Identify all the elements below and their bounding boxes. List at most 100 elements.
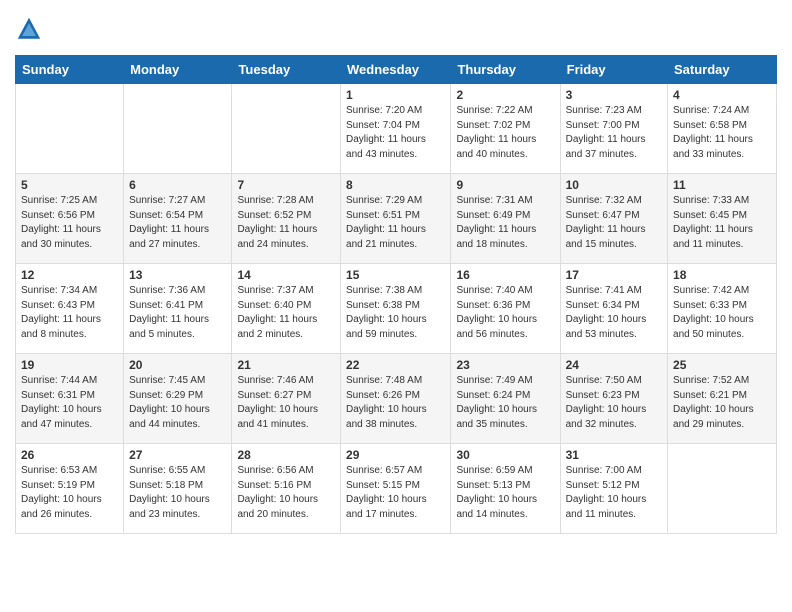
- day-number: 18: [673, 268, 771, 282]
- calendar-cell: 23 Sunrise: 7:49 AM Sunset: 6:24 PM Dayli…: [451, 354, 560, 444]
- day-number: 29: [346, 448, 445, 462]
- day-number: 23: [456, 358, 554, 372]
- calendar-cell: 6 Sunrise: 7:27 AM Sunset: 6:54 PM Daylig…: [124, 174, 232, 264]
- day-number: 22: [346, 358, 445, 372]
- day-number: 20: [129, 358, 226, 372]
- calendar-cell: 3 Sunrise: 7:23 AM Sunset: 7:00 PM Daylig…: [560, 84, 667, 174]
- calendar-table: SundayMondayTuesdayWednesdayThursdayFrid…: [15, 55, 777, 534]
- day-number: 17: [566, 268, 662, 282]
- calendar-cell: 27Sunrise: 6:55 AM Sunset: 5:18 PM Dayli…: [124, 444, 232, 534]
- day-number: 30: [456, 448, 554, 462]
- day-info: Sunrise: 7:28 AM Sunset: 6:52 PM Dayligh…: [237, 194, 335, 252]
- day-info: Sunrise: 7:00 AM Sunset: 5:12 PM Dayligh…: [566, 464, 662, 522]
- day-info: Sunrise: 6:57 AM Sunset: 5:15 PM Dayligh…: [346, 464, 445, 522]
- calendar-cell: 1Sunrise: 7:20 AM Sunset: 7:04 PM Daylig…: [341, 84, 451, 174]
- logo: [15, 15, 47, 43]
- day-number: 27: [129, 448, 226, 462]
- day-number: 11: [673, 178, 771, 192]
- calendar-cell: 22 Sunrise: 7:48 AM Sunset: 6:26 PM Dayli…: [341, 354, 451, 444]
- calendar-header-row: SundayMondayTuesdayWednesdayThursdayFrid…: [16, 56, 777, 84]
- calendar-cell: 26 Sunrise: 6:53 AM Sunset: 5:19 PM Dayli…: [16, 444, 124, 534]
- day-number: 3: [566, 88, 662, 102]
- day-info: Sunrise: 7:20 AM Sunset: 7:04 PM Dayligh…: [346, 104, 445, 162]
- calendar-cell: 30 Sunrise: 6:59 AM Sunset: 5:13 PM Dayli…: [451, 444, 560, 534]
- logo-icon: [15, 15, 43, 43]
- calendar-cell: 16Sunrise: 7:40 AM Sunset: 6:36 PM Dayli…: [451, 264, 560, 354]
- calendar-cell: 29 Sunrise: 6:57 AM Sunset: 5:15 PM Dayli…: [341, 444, 451, 534]
- day-info: Sunrise: 7:24 AM Sunset: 6:58 PM Dayligh…: [673, 104, 771, 162]
- day-number: 2: [456, 88, 554, 102]
- day-info: Sunrise: 7:38 AM Sunset: 6:38 PM Dayligh…: [346, 284, 445, 342]
- day-info: Sunrise: 7:46 AM Sunset: 6:27 PM Dayligh…: [237, 374, 335, 432]
- day-info: Sunrise: 7:23 AM Sunset: 7:00 PM Dayligh…: [566, 104, 662, 162]
- calendar-cell: 31Sunrise: 7:00 AM Sunset: 5:12 PM Dayli…: [560, 444, 667, 534]
- calendar-cell: [124, 84, 232, 174]
- day-header-sunday: Sunday: [16, 56, 124, 84]
- day-number: 8: [346, 178, 445, 192]
- day-number: 24: [566, 358, 662, 372]
- day-number: 4: [673, 88, 771, 102]
- day-info: Sunrise: 7:29 AM Sunset: 6:51 PM Dayligh…: [346, 194, 445, 252]
- calendar-cell: 20 Sunrise: 7:45 AM Sunset: 6:29 PM Dayli…: [124, 354, 232, 444]
- day-number: 28: [237, 448, 335, 462]
- calendar-cell: 21 Sunrise: 7:46 AM Sunset: 6:27 PM Dayli…: [232, 354, 341, 444]
- day-number: 9: [456, 178, 554, 192]
- calendar-cell: 7 Sunrise: 7:28 AM Sunset: 6:52 PM Daylig…: [232, 174, 341, 264]
- calendar-cell: [232, 84, 341, 174]
- day-number: 19: [21, 358, 118, 372]
- day-header-thursday: Thursday: [451, 56, 560, 84]
- calendar-cell: 4 Sunrise: 7:24 AM Sunset: 6:58 PM Daylig…: [668, 84, 777, 174]
- day-number: 5: [21, 178, 118, 192]
- day-number: 6: [129, 178, 226, 192]
- calendar-week-row: 1Sunrise: 7:20 AM Sunset: 7:04 PM Daylig…: [16, 84, 777, 174]
- calendar-cell: 28 Sunrise: 6:56 AM Sunset: 5:16 PM Dayli…: [232, 444, 341, 534]
- day-info: Sunrise: 7:27 AM Sunset: 6:54 PM Dayligh…: [129, 194, 226, 252]
- calendar-week-row: 12Sunrise: 7:34 AM Sunset: 6:43 PM Dayli…: [16, 264, 777, 354]
- day-number: 13: [129, 268, 226, 282]
- calendar-cell: 24 Sunrise: 7:50 AM Sunset: 6:23 PM Dayli…: [560, 354, 667, 444]
- day-info: Sunrise: 7:45 AM Sunset: 6:29 PM Dayligh…: [129, 374, 226, 432]
- day-info: Sunrise: 7:52 AM Sunset: 6:21 PM Dayligh…: [673, 374, 771, 432]
- day-info: Sunrise: 7:48 AM Sunset: 6:26 PM Dayligh…: [346, 374, 445, 432]
- day-header-monday: Monday: [124, 56, 232, 84]
- day-info: Sunrise: 7:42 AM Sunset: 6:33 PM Dayligh…: [673, 284, 771, 342]
- day-info: Sunrise: 7:44 AM Sunset: 6:31 PM Dayligh…: [21, 374, 118, 432]
- calendar-cell: 15Sunrise: 7:38 AM Sunset: 6:38 PM Dayli…: [341, 264, 451, 354]
- calendar-cell: 19 Sunrise: 7:44 AM Sunset: 6:31 PM Dayli…: [16, 354, 124, 444]
- day-number: 21: [237, 358, 335, 372]
- day-number: 26: [21, 448, 118, 462]
- day-header-saturday: Saturday: [668, 56, 777, 84]
- calendar-cell: 11 Sunrise: 7:33 AM Sunset: 6:45 PM Dayli…: [668, 174, 777, 264]
- calendar-cell: 12Sunrise: 7:34 AM Sunset: 6:43 PM Dayli…: [16, 264, 124, 354]
- day-info: Sunrise: 6:59 AM Sunset: 5:13 PM Dayligh…: [456, 464, 554, 522]
- day-info: Sunrise: 7:25 AM Sunset: 6:56 PM Dayligh…: [21, 194, 118, 252]
- day-header-tuesday: Tuesday: [232, 56, 341, 84]
- calendar-cell: [668, 444, 777, 534]
- day-number: 25: [673, 358, 771, 372]
- day-info: Sunrise: 7:49 AM Sunset: 6:24 PM Dayligh…: [456, 374, 554, 432]
- day-info: Sunrise: 7:36 AM Sunset: 6:41 PM Dayligh…: [129, 284, 226, 342]
- calendar-cell: 5 Sunrise: 7:25 AM Sunset: 6:56 PM Daylig…: [16, 174, 124, 264]
- day-info: Sunrise: 6:56 AM Sunset: 5:16 PM Dayligh…: [237, 464, 335, 522]
- day-info: Sunrise: 7:50 AM Sunset: 6:23 PM Dayligh…: [566, 374, 662, 432]
- calendar-week-row: 26 Sunrise: 6:53 AM Sunset: 5:19 PM Dayli…: [16, 444, 777, 534]
- day-header-friday: Friday: [560, 56, 667, 84]
- calendar-cell: 14Sunrise: 7:37 AM Sunset: 6:40 PM Dayli…: [232, 264, 341, 354]
- calendar-cell: 18 Sunrise: 7:42 AM Sunset: 6:33 PM Dayli…: [668, 264, 777, 354]
- day-info: Sunrise: 7:33 AM Sunset: 6:45 PM Dayligh…: [673, 194, 771, 252]
- calendar-cell: 13 Sunrise: 7:36 AM Sunset: 6:41 PM Dayli…: [124, 264, 232, 354]
- day-number: 7: [237, 178, 335, 192]
- day-number: 16: [456, 268, 554, 282]
- calendar-cell: 17 Sunrise: 7:41 AM Sunset: 6:34 PM Dayli…: [560, 264, 667, 354]
- calendar-week-row: 5 Sunrise: 7:25 AM Sunset: 6:56 PM Daylig…: [16, 174, 777, 264]
- calendar-week-row: 19 Sunrise: 7:44 AM Sunset: 6:31 PM Dayli…: [16, 354, 777, 444]
- calendar-cell: 8 Sunrise: 7:29 AM Sunset: 6:51 PM Daylig…: [341, 174, 451, 264]
- day-header-wednesday: Wednesday: [341, 56, 451, 84]
- day-info: Sunrise: 6:53 AM Sunset: 5:19 PM Dayligh…: [21, 464, 118, 522]
- day-info: Sunrise: 7:41 AM Sunset: 6:34 PM Dayligh…: [566, 284, 662, 342]
- day-info: Sunrise: 7:22 AM Sunset: 7:02 PM Dayligh…: [456, 104, 554, 162]
- day-number: 14: [237, 268, 335, 282]
- day-number: 10: [566, 178, 662, 192]
- calendar-cell: [16, 84, 124, 174]
- calendar-cell: 25 Sunrise: 7:52 AM Sunset: 6:21 PM Dayli…: [668, 354, 777, 444]
